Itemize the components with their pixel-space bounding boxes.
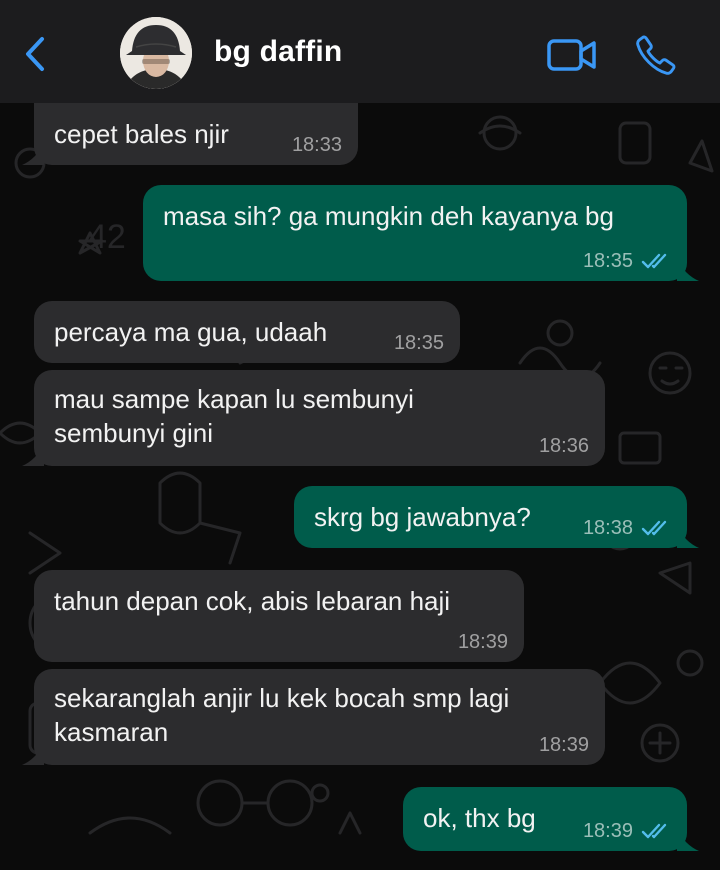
message-bubble-incoming[interactable]: sekaranglah anjir lu kek bocah smp lagi … — [22, 669, 605, 765]
message-time: 18:38 — [582, 517, 633, 539]
video-camera-icon — [547, 39, 596, 71]
message-time: 18:33 — [291, 134, 342, 156]
message-bubble-incoming[interactable]: cepet bales njir 18:33 — [22, 103, 358, 165]
bubble-tail — [22, 143, 44, 165]
message-time: 18:39 — [538, 734, 589, 756]
avatar[interactable] — [120, 17, 192, 89]
message-time: 18:35 — [393, 332, 444, 354]
message-meta: 18:38 — [583, 516, 671, 540]
message-meta: 18:33 — [292, 133, 342, 157]
message-text: ok, thx bg — [423, 803, 536, 833]
message-meta: 18:35 — [583, 249, 671, 273]
message-bubble-incoming[interactable]: tahun depan cok, abis lebaran haji 18:39 — [34, 570, 524, 662]
message-text: masa sih? ga mungkin deh kayanya bg — [163, 201, 614, 231]
svg-text:42: 42 — [88, 218, 126, 256]
chevron-left-icon — [26, 37, 44, 71]
message-time: 18:36 — [538, 435, 589, 457]
contact-name[interactable]: bg daffin — [214, 35, 342, 69]
voice-call-button[interactable] — [634, 33, 678, 77]
bubble-tail — [677, 259, 699, 281]
message-meta: 18:39 — [458, 630, 508, 654]
chat-area[interactable]: 42 cepet bales njir 18:33 masa sih? ga m… — [0, 103, 720, 870]
double-check-icon — [641, 520, 667, 536]
double-check-icon — [641, 823, 667, 839]
message-bubble-outgoing[interactable]: masa sih? ga mungkin deh kayanya bg 18:3… — [143, 185, 699, 281]
message-time: 18:39 — [582, 820, 633, 842]
message-text: skrg bg jawabnya? — [314, 502, 531, 532]
message-text: tahun depan cok, abis lebaran haji — [54, 586, 451, 616]
bubble-tail — [22, 444, 44, 466]
message-text: percaya ma gua, udaah — [54, 317, 328, 347]
video-call-button[interactable] — [546, 37, 598, 73]
message-meta: 18:35 — [394, 331, 444, 355]
message-meta: 18:36 — [539, 434, 589, 458]
bubble-tail — [677, 829, 699, 851]
phone-icon — [636, 35, 676, 75]
message-bubble-incoming[interactable]: percaya ma gua, udaah 18:35 — [34, 301, 460, 363]
message-bubble-outgoing[interactable]: ok, thx bg 18:39 — [403, 787, 699, 851]
bubble-tail — [677, 526, 699, 548]
message-text: cepet bales njir — [54, 119, 229, 149]
message-meta: 18:39 — [539, 733, 589, 757]
message-time: 18:39 — [457, 631, 508, 653]
back-button[interactable] — [22, 36, 52, 72]
message-bubble-incoming[interactable]: mau sampe kapan lu sembunyi sembunyi gin… — [22, 370, 605, 466]
message-time: 18:35 — [582, 250, 633, 272]
chat-header: bg daffin — [0, 0, 720, 103]
message-bubble-outgoing[interactable]: skrg bg jawabnya? 18:38 — [294, 486, 699, 548]
double-check-icon — [641, 253, 667, 269]
message-text: mau sampe kapan lu sembunyi sembunyi gin… — [54, 384, 414, 448]
message-text: sekaranglah anjir lu kek bocah smp lagi … — [54, 683, 510, 747]
bubble-tail — [22, 743, 44, 765]
avatar-photo — [120, 17, 192, 89]
message-meta: 18:39 — [583, 819, 671, 843]
